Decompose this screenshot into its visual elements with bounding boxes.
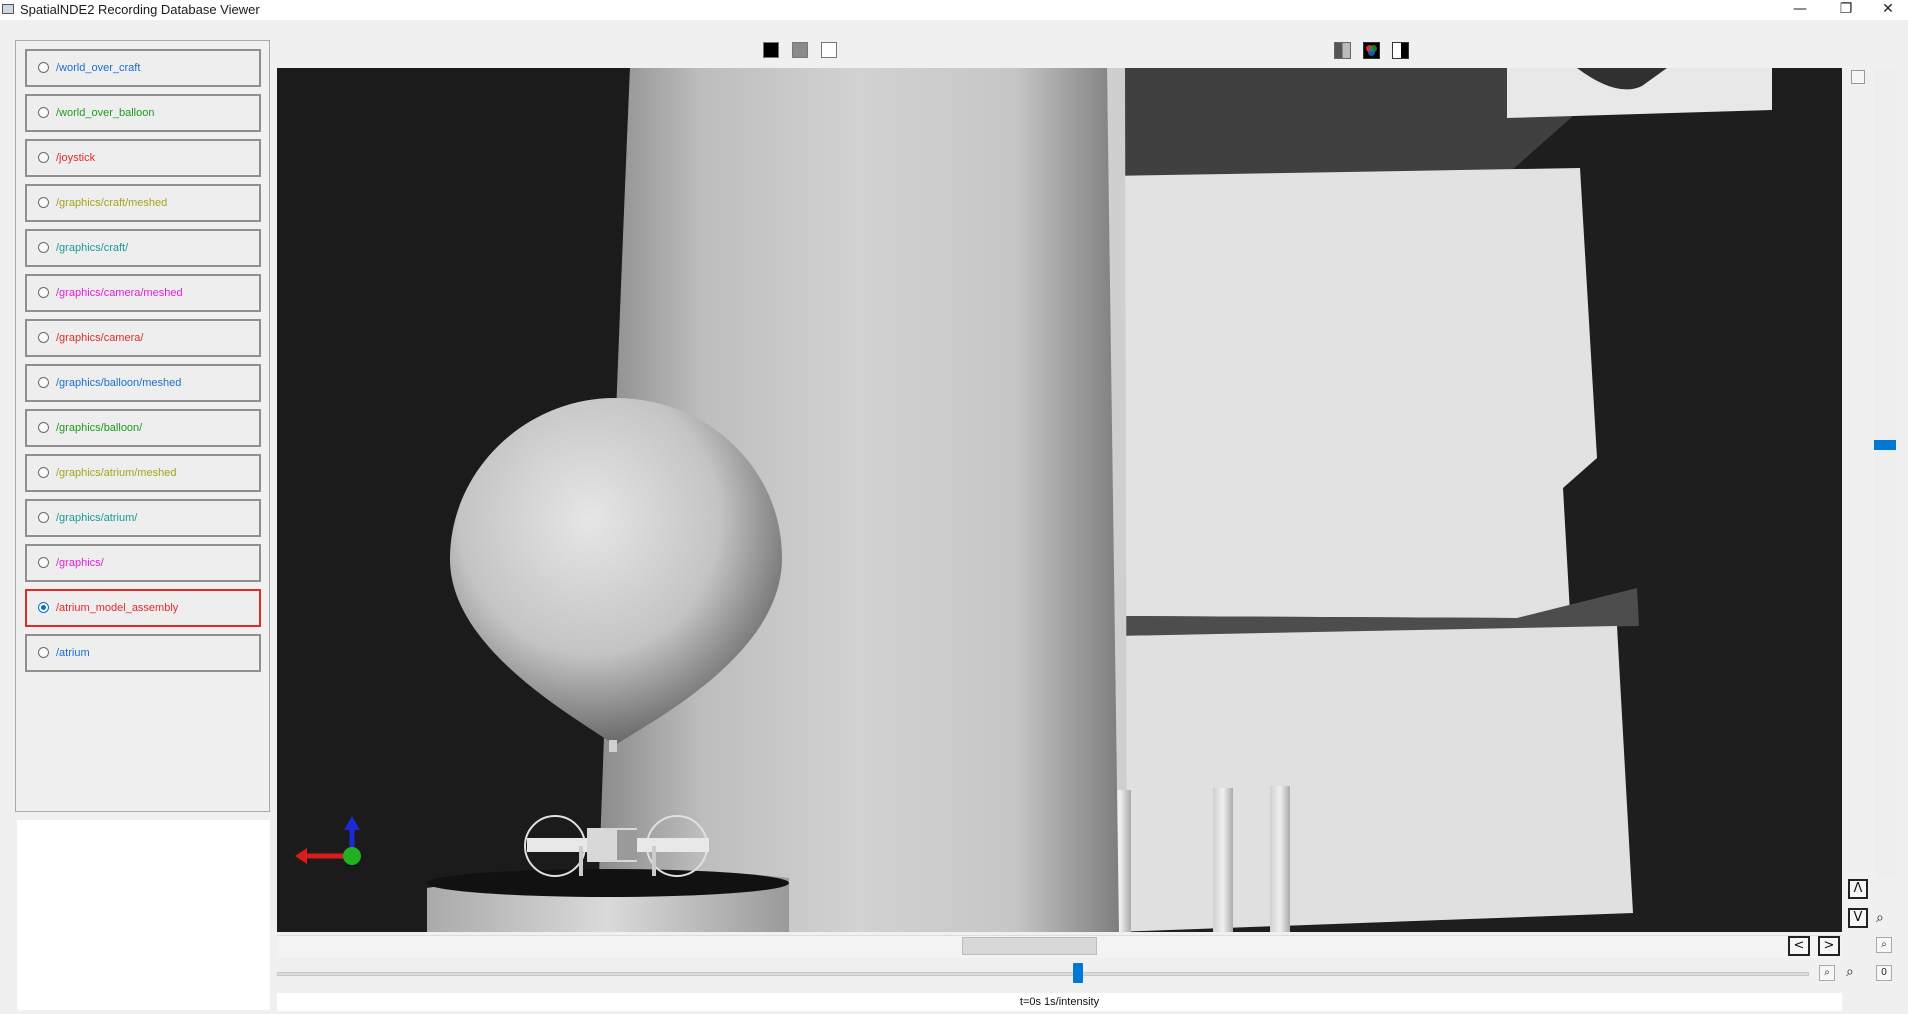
channel-radio[interactable] bbox=[38, 422, 49, 433]
gray-background-button[interactable] bbox=[792, 42, 808, 58]
channel-radio[interactable] bbox=[38, 647, 49, 658]
channel-item[interactable]: /graphics/balloon/meshed bbox=[25, 364, 261, 402]
channel-label: /graphics/craft/meshed bbox=[56, 197, 168, 209]
3d-viewport[interactable] bbox=[277, 68, 1842, 932]
grayscale-mode-icon[interactable] bbox=[1334, 42, 1351, 59]
channel-label: /atrium bbox=[56, 647, 90, 659]
zoom-small-icon[interactable]: ⌕ bbox=[1876, 937, 1892, 953]
time-slider[interactable] bbox=[277, 972, 1809, 976]
vertical-scroll-top[interactable] bbox=[1851, 70, 1865, 84]
channel-label: /graphics/atrium/meshed bbox=[56, 467, 177, 479]
app-icon bbox=[2, 4, 14, 14]
close-button[interactable]: ✕ bbox=[1868, 0, 1908, 20]
channel-info-panel bbox=[17, 820, 270, 1010]
channel-item[interactable]: /world_over_balloon bbox=[25, 94, 261, 132]
channel-label: /atrium_model_assembly bbox=[56, 602, 179, 614]
channel-radio[interactable] bbox=[38, 557, 49, 568]
channel-label: /graphics/ bbox=[56, 557, 104, 569]
zoom-out-icon[interactable]: ⌕ bbox=[1819, 965, 1835, 981]
channel-item[interactable]: /graphics/camera/ bbox=[25, 319, 261, 357]
time-slider-handle[interactable] bbox=[1073, 963, 1083, 983]
status-bar: t=0s 1s/intensity bbox=[277, 993, 1842, 1011]
channel-item[interactable]: /graphics/craft/meshed bbox=[25, 184, 261, 222]
channel-radio[interactable] bbox=[38, 602, 49, 613]
white-background-button[interactable] bbox=[821, 42, 837, 58]
zero-offset-button[interactable]: 0 bbox=[1876, 965, 1892, 981]
zoom-icon[interactable]: ⌕ bbox=[1876, 910, 1884, 926]
window-title: SpatialNDE2 Recording Database Viewer bbox=[20, 2, 260, 17]
next-frame-button[interactable]: > bbox=[1818, 936, 1840, 956]
channel-list: /world_over_craft/world_over_balloon/joy… bbox=[15, 40, 270, 812]
channel-radio[interactable] bbox=[38, 197, 49, 208]
channel-radio[interactable] bbox=[38, 467, 49, 478]
channel-item[interactable]: /graphics/atrium/meshed bbox=[25, 454, 261, 492]
channel-item[interactable]: /atrium_model_assembly bbox=[25, 589, 261, 627]
channel-item[interactable]: /graphics/atrium/ bbox=[25, 499, 261, 537]
channel-radio[interactable] bbox=[38, 62, 49, 73]
intensity-slider-handle[interactable] bbox=[1874, 440, 1896, 450]
black-background-button[interactable] bbox=[763, 42, 779, 58]
channel-radio[interactable] bbox=[38, 377, 49, 388]
rgb-mode-icon[interactable] bbox=[1363, 42, 1380, 59]
channel-item[interactable]: /atrium bbox=[25, 634, 261, 672]
channel-item[interactable]: /joystick bbox=[25, 139, 261, 177]
channel-radio[interactable] bbox=[38, 107, 49, 118]
channel-label: /graphics/atrium/ bbox=[56, 512, 138, 524]
channel-radio[interactable] bbox=[38, 287, 49, 298]
channel-label: /world_over_balloon bbox=[56, 107, 155, 119]
channel-radio[interactable] bbox=[38, 332, 49, 343]
channel-label: /world_over_craft bbox=[56, 62, 141, 74]
maximize-button[interactable]: ❐ bbox=[1826, 0, 1866, 20]
channel-label: /graphics/craft/ bbox=[56, 242, 129, 254]
minimize-button[interactable]: — bbox=[1780, 0, 1820, 20]
zoom-in-icon[interactable]: ⌕ bbox=[1846, 964, 1854, 980]
channel-label: /graphics/balloon/meshed bbox=[56, 377, 182, 389]
channel-label: /graphics/camera/meshed bbox=[56, 287, 183, 299]
title-bar: SpatialNDE2 Recording Database Viewer — … bbox=[0, 0, 1908, 20]
channel-item[interactable]: /graphics/craft/ bbox=[25, 229, 261, 267]
channel-item[interactable]: /graphics/balloon/ bbox=[25, 409, 261, 447]
channel-radio[interactable] bbox=[38, 512, 49, 523]
channel-label: /graphics/balloon/ bbox=[56, 422, 143, 434]
scroll-up-button[interactable]: Λ bbox=[1848, 879, 1868, 899]
channel-item[interactable]: /graphics/camera/meshed bbox=[25, 274, 261, 312]
prev-frame-button[interactable]: < bbox=[1788, 936, 1810, 956]
intensity-slider[interactable] bbox=[1874, 68, 1896, 878]
channel-label: /joystick bbox=[56, 152, 96, 164]
scene-render bbox=[277, 68, 1842, 932]
channel-radio[interactable] bbox=[38, 152, 49, 163]
channel-radio[interactable] bbox=[38, 242, 49, 253]
channel-label: /graphics/camera/ bbox=[56, 332, 144, 344]
horizontal-scroll-thumb[interactable] bbox=[962, 937, 1097, 955]
landing-pad bbox=[427, 869, 789, 932]
channel-item[interactable]: /world_over_craft bbox=[25, 49, 261, 87]
channel-item[interactable]: /graphics/ bbox=[25, 544, 261, 582]
scroll-down-button[interactable]: V bbox=[1848, 908, 1868, 928]
threshold-mode-icon[interactable] bbox=[1392, 42, 1409, 59]
